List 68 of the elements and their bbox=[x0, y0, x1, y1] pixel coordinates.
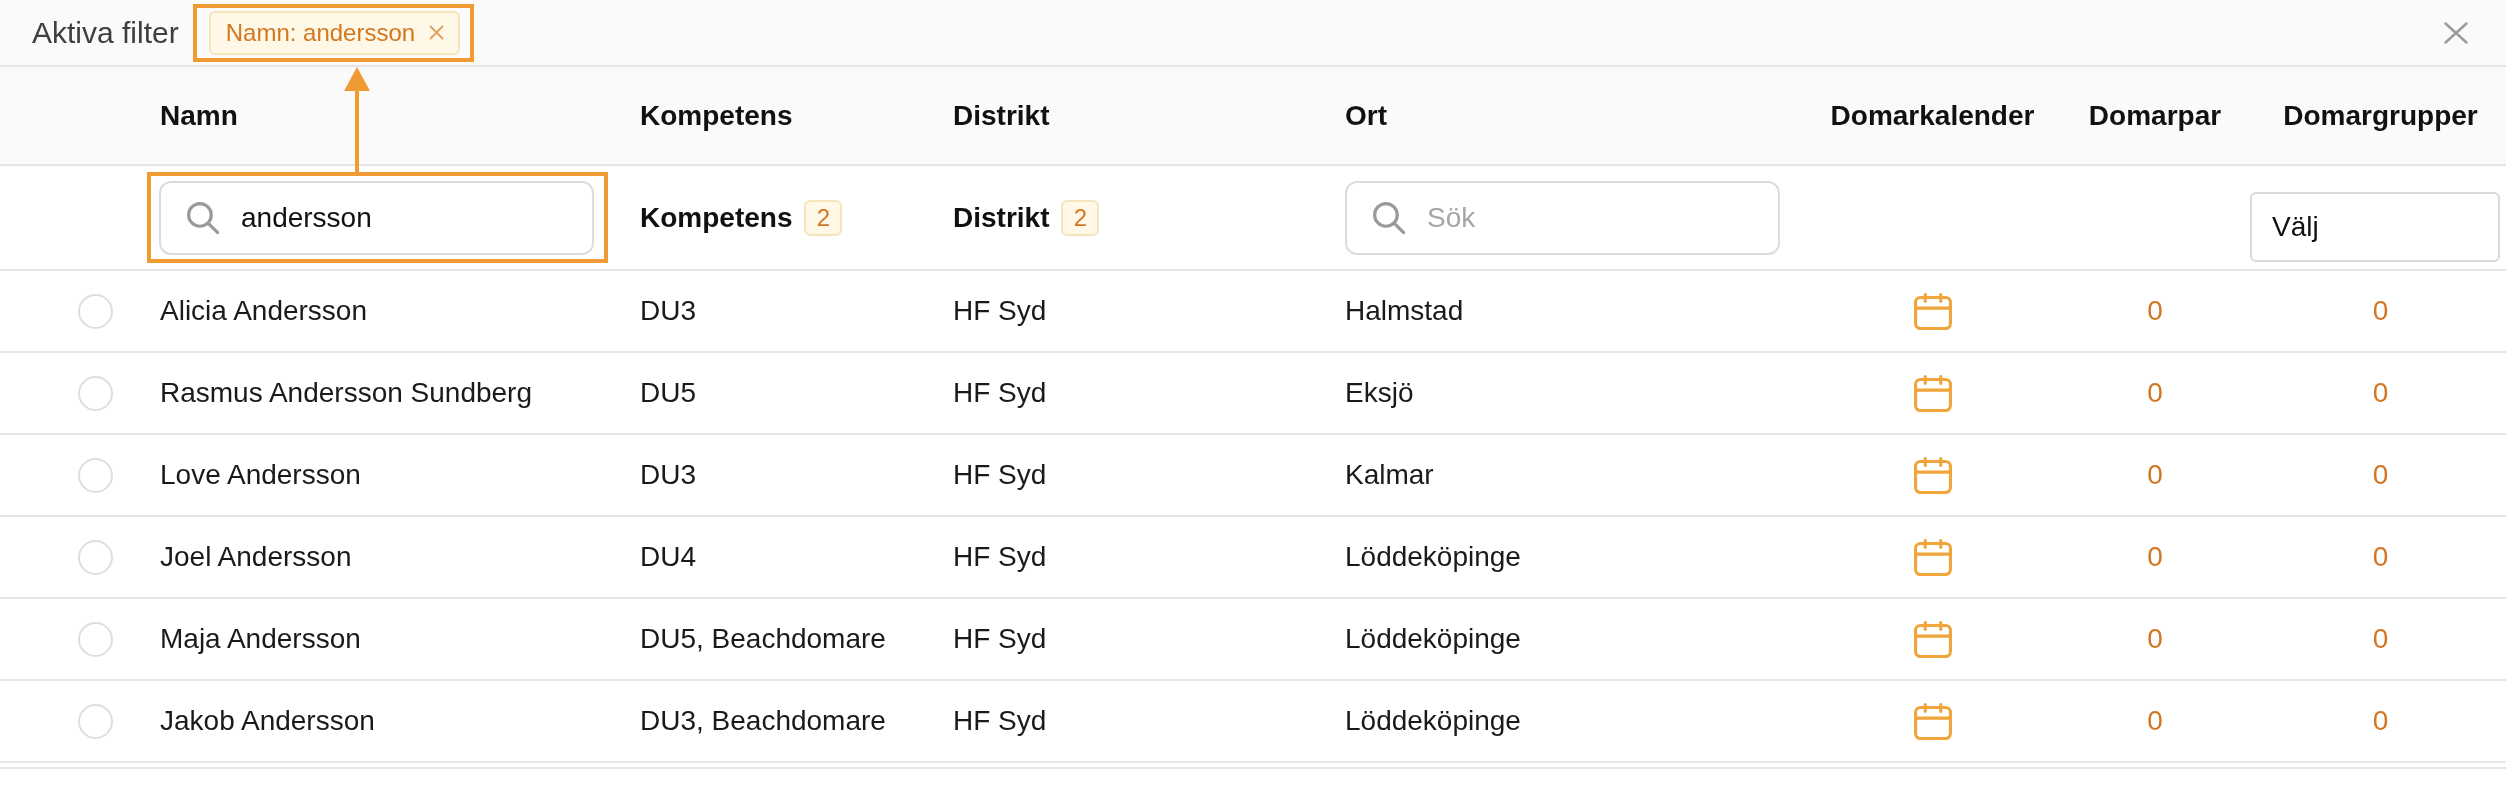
count-link[interactable]: 0 bbox=[2372, 541, 2389, 573]
count-link[interactable]: 0 bbox=[2372, 623, 2389, 655]
person-name: Joel Andersson bbox=[160, 541, 352, 573]
count-link[interactable]: 0 bbox=[2372, 459, 2389, 491]
competence-text: DU3 bbox=[640, 459, 696, 491]
district-text: HF Syd bbox=[953, 295, 1047, 327]
calendar-icon[interactable] bbox=[1913, 456, 1952, 494]
city-text: Löddeköpinge bbox=[1345, 623, 1521, 655]
column-header: Kompetens bbox=[640, 99, 793, 132]
count-link[interactable]: 0 bbox=[2147, 459, 2163, 491]
person-name: Jakob Andersson bbox=[160, 705, 375, 737]
district-text: HF Syd bbox=[953, 623, 1047, 655]
active-filters-label: Aktiva filter bbox=[32, 15, 179, 50]
select-field[interactable]: Välj bbox=[2250, 191, 2500, 262]
search-field[interactable]: andersson bbox=[159, 181, 594, 255]
remove-icon[interactable] bbox=[429, 25, 445, 40]
calendar-icon[interactable] bbox=[1913, 374, 1952, 412]
city-text: Kalmar bbox=[1345, 459, 1434, 491]
radio-button[interactable] bbox=[78, 621, 113, 657]
city-text: Löddeköpinge bbox=[1345, 541, 1521, 573]
competence-text: DU3 bbox=[640, 295, 696, 327]
count-link[interactable]: 0 bbox=[2372, 705, 2389, 737]
count-link[interactable]: 0 bbox=[2147, 623, 2163, 655]
city-text: Halmstad bbox=[1345, 295, 1464, 327]
count-badge: 2 bbox=[1061, 199, 1100, 236]
city-text: Eksjö bbox=[1345, 377, 1414, 409]
search-field[interactable]: Sök bbox=[1345, 180, 1780, 255]
count-badge: 2 bbox=[804, 199, 843, 236]
search-icon bbox=[187, 202, 219, 234]
radio-button[interactable] bbox=[78, 293, 113, 329]
person-name: Maja Andersson bbox=[160, 623, 361, 655]
filter-dropdown[interactable]: Kompetens 2 bbox=[640, 199, 843, 236]
competence-text: DU5 bbox=[640, 377, 696, 409]
calendar-icon[interactable] bbox=[1913, 292, 1952, 330]
count-link[interactable]: 0 bbox=[2147, 705, 2163, 737]
radio-button[interactable] bbox=[78, 539, 113, 575]
competence-text: DU5, Beachdomare bbox=[640, 623, 886, 655]
person-name: Rasmus Andersson Sundberg bbox=[160, 377, 532, 409]
close-icon[interactable] bbox=[2444, 21, 2468, 44]
count-link[interactable]: 0 bbox=[2372, 295, 2389, 327]
column-header: Domargrupper bbox=[2283, 99, 2478, 132]
count-link[interactable]: 0 bbox=[2372, 377, 2389, 409]
count-link[interactable]: 0 bbox=[2147, 377, 2163, 409]
calendar-icon[interactable] bbox=[1913, 702, 1952, 740]
column-header: Domarkalender bbox=[1830, 99, 2035, 132]
city-text: Löddeköpinge bbox=[1345, 705, 1521, 737]
district-text: HF Syd bbox=[953, 459, 1047, 491]
radio-button[interactable] bbox=[78, 375, 113, 411]
count-link[interactable]: 0 bbox=[2147, 295, 2163, 327]
filter-dropdown[interactable]: Distrikt 2 bbox=[953, 199, 1100, 236]
person-name: Love Andersson bbox=[160, 459, 361, 491]
column-header: Ort bbox=[1345, 99, 1387, 132]
radio-button[interactable] bbox=[78, 457, 113, 493]
person-name: Alicia Andersson bbox=[160, 295, 367, 327]
column-header: Namn bbox=[160, 99, 238, 132]
column-header: Distrikt bbox=[953, 99, 1050, 132]
radio-button[interactable] bbox=[78, 703, 113, 739]
competence-text: DU3, Beachdomare bbox=[640, 705, 886, 737]
column-header: Domarpar bbox=[2088, 99, 2222, 132]
calendar-icon[interactable] bbox=[1913, 620, 1952, 658]
district-text: HF Syd bbox=[953, 377, 1047, 409]
competence-text: DU4 bbox=[640, 541, 696, 573]
district-text: HF Syd bbox=[953, 541, 1047, 573]
filter-chip[interactable]: Namn: andersson bbox=[208, 10, 461, 55]
count-link[interactable]: 0 bbox=[2147, 541, 2163, 573]
district-text: HF Syd bbox=[953, 705, 1047, 737]
search-icon bbox=[1373, 201, 1405, 234]
calendar-icon[interactable] bbox=[1913, 538, 1952, 576]
